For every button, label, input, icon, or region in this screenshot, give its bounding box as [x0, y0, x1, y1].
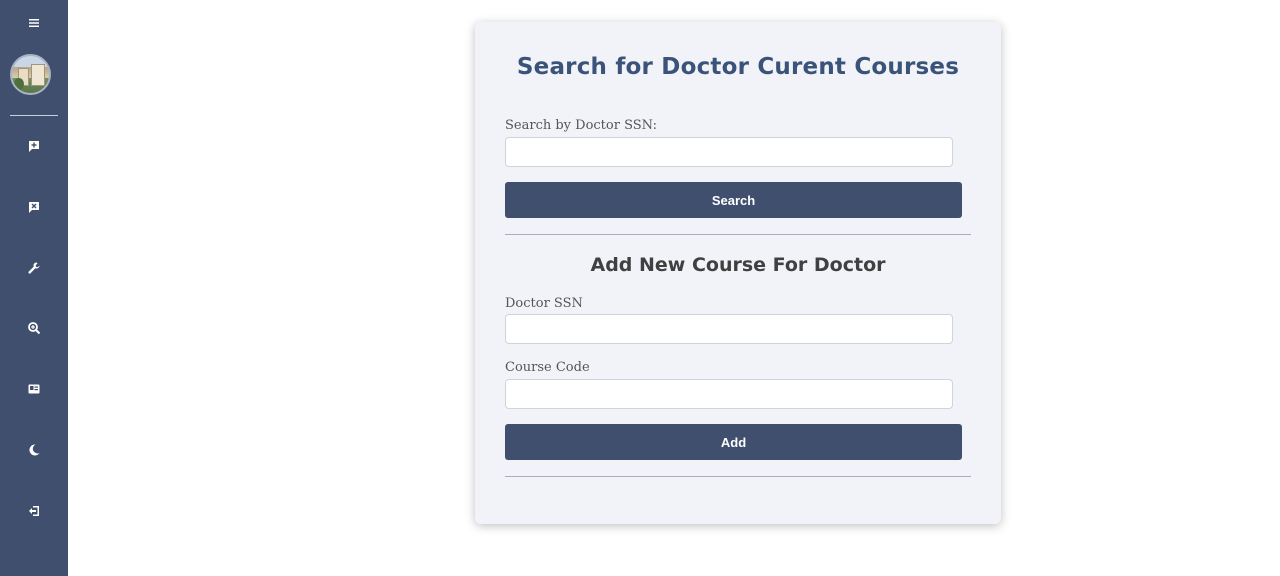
- logout-icon: [29, 506, 39, 516]
- section-divider: [505, 234, 971, 235]
- sidebar-item-dark-mode[interactable]: [0, 435, 68, 465]
- wrench-icon: [28, 262, 40, 274]
- bottom-divider: [505, 476, 971, 477]
- remove-comment-icon: [29, 202, 39, 213]
- sidebar-item-add-comment[interactable]: [0, 131, 68, 161]
- sidebar-item-logout[interactable]: [0, 496, 68, 526]
- avatar-tree-shape: [14, 78, 24, 90]
- sidebar-item-search[interactable]: [0, 313, 68, 343]
- doctor-ssn-label: Doctor SSN: [505, 296, 583, 311]
- course-code-input[interactable]: [505, 379, 953, 409]
- add-comment-icon: [29, 141, 39, 152]
- moon-icon: [29, 444, 40, 456]
- sidebar-item-settings[interactable]: [0, 253, 68, 283]
- id-card-icon: [28, 384, 40, 394]
- avatar-building-shape: [31, 64, 45, 86]
- add-course-title: Add New Course For Doctor: [590, 254, 886, 276]
- page-title: Search for Doctor Curent Courses: [516, 54, 960, 80]
- sidebar-item-id-card[interactable]: [0, 374, 68, 404]
- sidebar-divider: [10, 115, 58, 116]
- add-button[interactable]: Add: [505, 424, 962, 460]
- search-ssn-input[interactable]: [505, 137, 953, 167]
- course-card: Search for Doctor Curent Courses Search …: [475, 22, 1001, 524]
- doctor-ssn-input[interactable]: [505, 314, 953, 344]
- hamburger-menu-icon[interactable]: [0, 8, 68, 38]
- search-ssn-label: Search by Doctor SSN:: [505, 118, 657, 133]
- sidebar-item-remove-comment[interactable]: [0, 192, 68, 222]
- search-zoom-icon: [28, 322, 41, 335]
- sidebar: [0, 0, 68, 576]
- search-button[interactable]: Search: [505, 182, 962, 218]
- course-code-label: Course Code: [505, 360, 590, 375]
- avatar[interactable]: [10, 54, 51, 95]
